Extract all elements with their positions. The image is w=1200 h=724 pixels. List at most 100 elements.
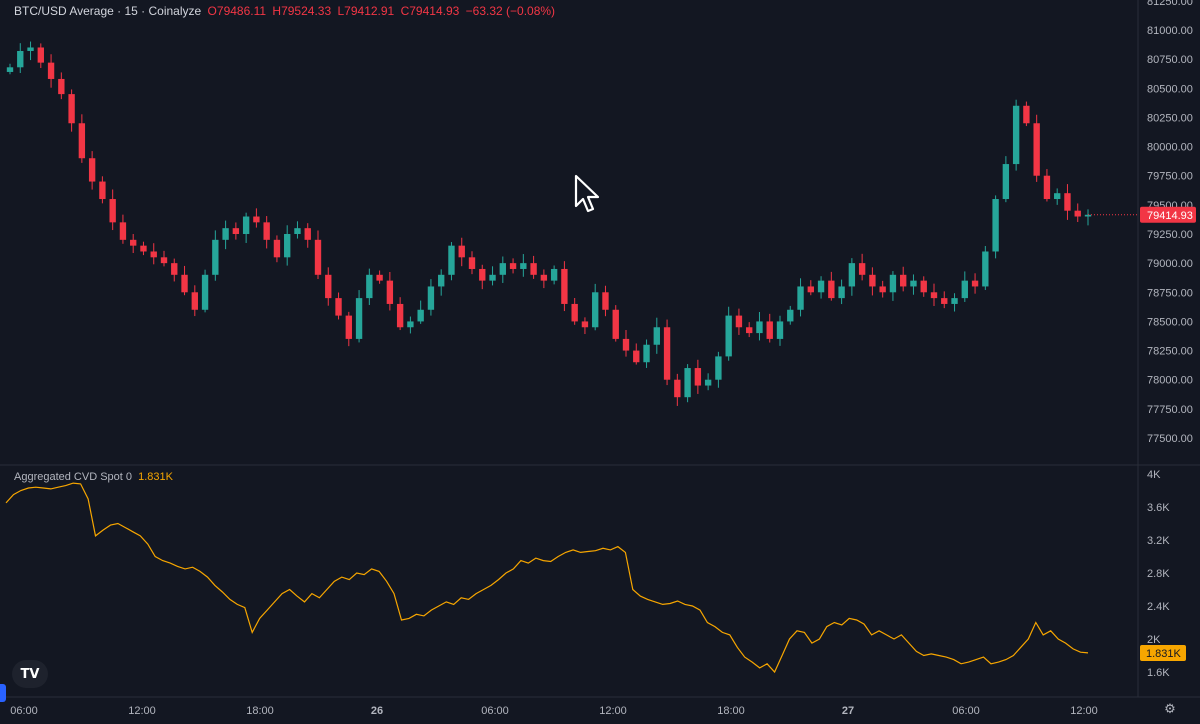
candle-body (941, 298, 948, 304)
candle-body (992, 199, 999, 252)
candle (838, 279, 845, 305)
candle-body (704, 379, 712, 386)
cvd-axis-label: 1.6K (1147, 667, 1170, 679)
candle-body (581, 321, 589, 328)
time-axis-label: 06:00 (952, 705, 980, 717)
candle-body (571, 303, 578, 322)
candle (530, 255, 537, 279)
candle-body (1023, 105, 1030, 124)
candle-body (171, 263, 178, 275)
candle (47, 54, 55, 88)
candle (273, 235, 281, 263)
candle-body (776, 321, 784, 339)
candle-body (27, 47, 34, 51)
candle-body (848, 263, 856, 287)
chart-canvas[interactable]: 81250.00 81000.00 80750.00 80500.00 80250.00… (0, 0, 1200, 719)
candle-body (407, 321, 414, 328)
candle (858, 253, 866, 281)
candle (592, 283, 599, 331)
candle-body (622, 338, 630, 351)
candle-body (612, 309, 619, 339)
candle (407, 316, 414, 334)
last-price-text: 79414.93 (1147, 210, 1193, 222)
candle (1023, 101, 1030, 127)
candle (694, 359, 702, 394)
candle-body (1043, 175, 1051, 200)
chart-area[interactable]: 81250.00 81000.00 80750.00 80500.00 80250.00… (0, 0, 1200, 719)
candle-body (715, 356, 722, 380)
candle (78, 114, 86, 163)
candle (828, 271, 835, 301)
candle (900, 266, 907, 292)
candle (1074, 203, 1081, 222)
candle (602, 285, 609, 317)
candle (920, 276, 927, 297)
candle (561, 261, 568, 312)
candle-body (232, 228, 240, 234)
candle (27, 41, 34, 61)
candle-body (509, 263, 517, 269)
candle-body (869, 274, 876, 287)
candle (263, 216, 270, 249)
candle-body (592, 292, 599, 328)
cvd-last-value-text: 1.831K (1146, 648, 1182, 660)
candle (335, 292, 342, 320)
candle (674, 373, 681, 406)
price-axis-label: 78250.00 (1147, 346, 1193, 358)
candle (212, 230, 219, 281)
candle-body (191, 292, 198, 310)
candle (817, 276, 825, 299)
settings-gear-icon[interactable]: ⚙ (1160, 700, 1180, 718)
candle (509, 258, 517, 274)
candle-body (663, 327, 671, 380)
candle (571, 297, 578, 325)
candle-body (797, 286, 804, 310)
candle (304, 223, 311, 248)
price-axis-label: 81250.00 (1147, 0, 1193, 8)
candle-body (633, 350, 640, 363)
candle (520, 254, 527, 277)
candle (88, 151, 96, 190)
cvd-axis-label: 3.6K (1147, 502, 1170, 514)
candle-body (499, 263, 506, 275)
candle (119, 214, 127, 244)
candle-body (530, 263, 537, 275)
candle (889, 271, 897, 301)
candle (37, 43, 44, 69)
candle-body (396, 303, 404, 328)
candle-body (314, 239, 322, 275)
candle (366, 268, 373, 305)
candle (961, 271, 968, 302)
candle (345, 311, 352, 347)
candle-body (653, 327, 660, 345)
price-axis-label: 80500.00 (1147, 83, 1193, 95)
candle-body (78, 123, 86, 159)
candle-body (458, 245, 465, 258)
candle (448, 242, 455, 281)
candle (171, 258, 178, 282)
price-axis-label: 80000.00 (1147, 142, 1193, 154)
time-axis-label: 12:00 (599, 705, 627, 717)
candle-body (88, 158, 96, 182)
candle (848, 258, 856, 296)
tradingview-logo[interactable]: TV (12, 660, 48, 688)
candle-body (201, 274, 209, 310)
candle (386, 272, 394, 311)
candle-body (47, 62, 55, 79)
candle-body (520, 263, 527, 269)
candle (951, 293, 958, 312)
candle (109, 189, 116, 231)
candle (284, 225, 291, 266)
price-axis-label: 77750.00 (1147, 404, 1193, 416)
candle-body (294, 228, 301, 234)
candle (232, 222, 240, 240)
candle-body (222, 228, 229, 240)
candle-body (1074, 210, 1081, 217)
price-axis-label: 79250.00 (1147, 229, 1193, 241)
candle (725, 306, 732, 361)
candle (910, 274, 917, 295)
time-axis-label: 26 (371, 705, 383, 717)
candle (550, 265, 558, 285)
left-panel-tab[interactable] (0, 684, 6, 702)
candle (181, 265, 188, 296)
